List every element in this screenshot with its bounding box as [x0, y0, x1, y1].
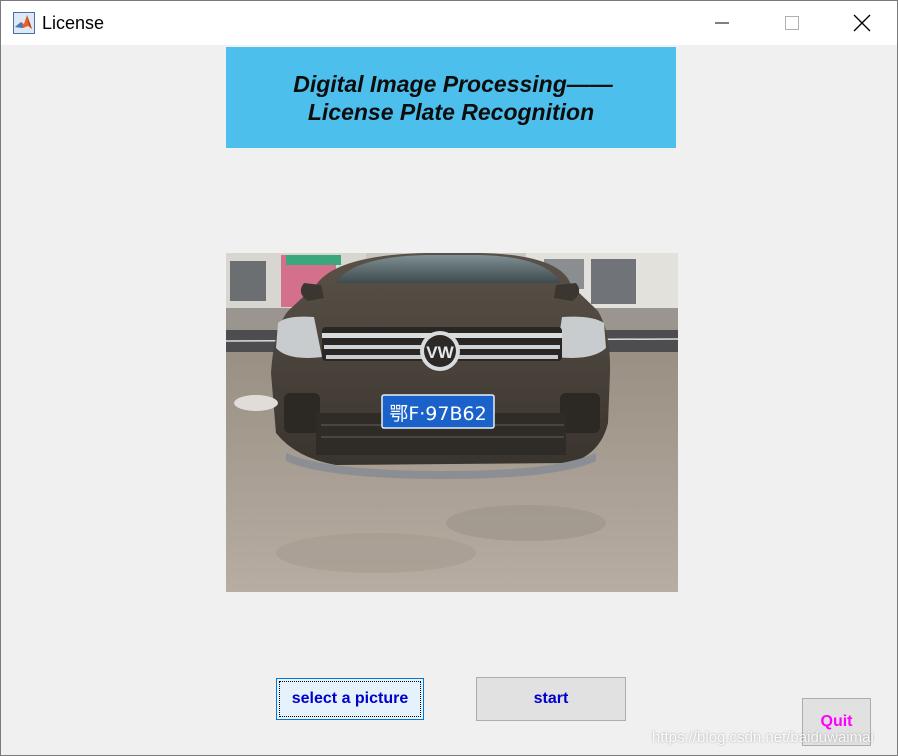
minimize-icon: [715, 22, 729, 24]
maximize-icon: [785, 16, 799, 30]
select-picture-button[interactable]: select a picture: [276, 678, 424, 720]
start-button[interactable]: start: [476, 677, 626, 721]
app-window: License Digital Image Processing—— Licen…: [0, 0, 898, 756]
maximize-button[interactable]: [757, 1, 827, 45]
car-image: VW 鄂F·97B62: [226, 253, 678, 592]
vw-logo: VW: [426, 343, 454, 362]
focus-rectangle: [279, 681, 421, 717]
start-label: start: [533, 690, 569, 707]
title-banner: Digital Image Processing—— License Plate…: [226, 47, 676, 148]
banner-title-line2: License Plate Recognition: [307, 98, 595, 125]
plate-text: 鄂F·97B62: [389, 403, 486, 425]
close-button[interactable]: [827, 1, 897, 45]
watermark-text: https://blog.csdn.net/baiduwaimai: [652, 729, 874, 746]
title-bar[interactable]: License: [1, 1, 897, 45]
minimize-button[interactable]: [687, 1, 757, 45]
matlab-icon: [13, 12, 35, 34]
close-icon: [853, 14, 871, 32]
window-title: License: [42, 13, 105, 33]
banner-title-line1: Digital Image Processing——: [293, 70, 613, 97]
